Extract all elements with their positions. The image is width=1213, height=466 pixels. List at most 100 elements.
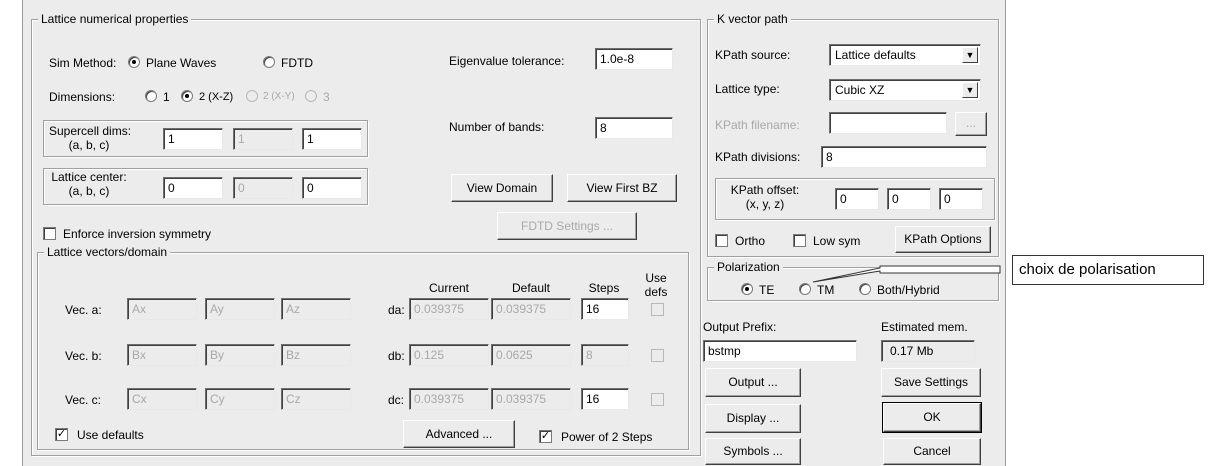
- low-sym-checkbox[interactable]: [793, 234, 806, 247]
- db-steps-input[interactable]: 8: [581, 344, 629, 366]
- display-button[interactable]: Display ...: [705, 404, 801, 433]
- col-current-header: Current: [428, 281, 469, 295]
- lattice-center-label: Lattice center:: [51, 170, 127, 184]
- vec-c-y-input[interactable]: Cy: [205, 388, 275, 410]
- dc-current-input[interactable]: 0.039375: [409, 388, 489, 410]
- radio-fdtd-label[interactable]: FDTD: [281, 56, 313, 70]
- dialog-window: Lattice numerical properties Sim Method:…: [22, 0, 1006, 466]
- kpath-source-select[interactable]: Lattice defaults ▼: [829, 44, 981, 66]
- low-sym-label[interactable]: Low sym: [813, 234, 860, 248]
- number-of-bands-label: Number of bands:: [449, 120, 545, 134]
- radio-dim-1-label[interactable]: 1: [163, 90, 170, 104]
- kpath-browse-button[interactable]: ...: [955, 112, 987, 136]
- ortho-label[interactable]: Ortho: [735, 234, 765, 248]
- radio-dim-1[interactable]: [145, 90, 157, 102]
- ok-button[interactable]: OK: [882, 402, 982, 433]
- radio-tm-label[interactable]: TM: [817, 283, 834, 297]
- radio-dim-3[interactable]: [305, 90, 317, 102]
- col-steps-header: Steps: [588, 281, 620, 295]
- number-of-bands-input[interactable]: 8: [595, 117, 673, 139]
- radio-dim-2xz-label[interactable]: 2 (X-Z): [199, 90, 233, 104]
- db-default-input[interactable]: 0.0625: [491, 344, 571, 366]
- lattice-center-c-input[interactable]: 0: [302, 177, 362, 199]
- radio-dim-2xy[interactable]: [246, 90, 258, 102]
- output-button[interactable]: Output ...: [705, 368, 801, 397]
- radio-tm[interactable]: [799, 283, 811, 295]
- radio-te-label[interactable]: TE: [759, 283, 774, 297]
- supercell-b-input[interactable]: 1: [233, 128, 293, 150]
- vec-a-use-defs-checkbox[interactable]: [651, 303, 664, 316]
- enforce-inversion-checkbox[interactable]: [43, 227, 56, 240]
- kpath-divisions-input[interactable]: 8: [821, 146, 987, 168]
- advanced-button[interactable]: Advanced ...: [403, 420, 515, 448]
- kpath-divisions-label: KPath divisions:: [715, 150, 801, 164]
- da-current-input[interactable]: 0.039375: [409, 298, 489, 320]
- eigenvalue-tolerance-input[interactable]: 1.0e-8: [595, 48, 673, 70]
- vec-a-label: Vec. a:: [65, 303, 102, 317]
- kpath-offset-label: KPath offset:: [730, 183, 800, 197]
- radio-dim-2xy-label[interactable]: 2 (X-Y): [263, 90, 295, 104]
- vec-b-z-input[interactable]: Bz: [281, 344, 351, 366]
- lattice-type-value: Cubic XZ: [835, 83, 885, 97]
- estimated-mem-label: Estimated mem.: [881, 320, 968, 334]
- vec-b-label: Vec. b:: [65, 349, 102, 363]
- kpath-offset-x-input[interactable]: 0: [835, 188, 879, 210]
- da-default-input[interactable]: 0.039375: [491, 298, 571, 320]
- radio-fdtd[interactable]: [263, 56, 275, 68]
- enforce-inversion-label[interactable]: Enforce inversion symmetry: [63, 227, 211, 241]
- output-prefix-input[interactable]: bstmp: [703, 340, 857, 362]
- vec-b-y-input[interactable]: By: [205, 344, 275, 366]
- lattice-type-label: Lattice type:: [715, 82, 780, 96]
- view-first-bz-button[interactable]: View First BZ: [567, 174, 677, 202]
- radio-both-hybrid[interactable]: [859, 283, 871, 295]
- vec-b-x-input[interactable]: Bx: [127, 344, 197, 366]
- db-label: db:: [388, 349, 405, 363]
- supercell-c-input[interactable]: 1: [302, 128, 362, 150]
- group-title-polarization: Polarization: [714, 260, 783, 274]
- save-settings-button[interactable]: Save Settings: [881, 368, 981, 397]
- dc-label: dc:: [388, 393, 405, 407]
- radio-plane-waves-label[interactable]: Plane Waves: [146, 56, 216, 70]
- radio-plane-waves[interactable]: [128, 56, 140, 68]
- kpath-filename-label: KPath filename:: [715, 118, 800, 132]
- radio-te[interactable]: [741, 283, 753, 295]
- vec-c-z-input[interactable]: Cz: [281, 388, 351, 410]
- power-of-2-label[interactable]: Power of 2 Steps: [561, 430, 652, 444]
- supercell-a-input[interactable]: 1: [163, 128, 223, 150]
- chevron-down-icon[interactable]: ▼: [962, 47, 978, 63]
- power-of-2-checkbox[interactable]: ✓: [539, 430, 552, 443]
- output-prefix-label: Output Prefix:: [703, 320, 777, 334]
- lattice-center-b-input[interactable]: 0: [233, 177, 293, 199]
- dc-steps-input[interactable]: 16: [581, 388, 629, 410]
- lattice-center-a-input[interactable]: 0: [163, 177, 223, 199]
- ortho-checkbox[interactable]: [715, 234, 728, 247]
- vec-b-use-defs-checkbox[interactable]: [651, 349, 664, 362]
- vec-c-use-defs-checkbox[interactable]: [651, 393, 664, 406]
- use-defaults-checkbox[interactable]: ✓: [55, 428, 68, 441]
- radio-both-hybrid-label[interactable]: Both/Hybrid: [877, 283, 940, 297]
- radio-dim-3-label[interactable]: 3: [323, 90, 330, 104]
- vec-c-x-input[interactable]: Cx: [127, 388, 197, 410]
- kpath-options-button[interactable]: KPath Options: [895, 226, 991, 253]
- vec-c-label: Vec. c:: [65, 393, 102, 407]
- group-title-kpath: K vector path: [714, 12, 791, 26]
- chevron-down-icon[interactable]: ▼: [962, 82, 978, 98]
- da-label: da:: [388, 303, 405, 317]
- group-title-lattice-vectors: Lattice vectors/domain: [44, 245, 171, 259]
- symbols-button[interactable]: Symbols ...: [705, 438, 801, 465]
- cancel-button[interactable]: Cancel: [883, 438, 981, 465]
- vec-a-x-input[interactable]: Ax: [127, 298, 197, 320]
- lattice-type-select[interactable]: Cubic XZ ▼: [829, 79, 981, 101]
- fdtd-settings-button[interactable]: FDTD Settings ...: [497, 212, 637, 240]
- kpath-offset-y-input[interactable]: 0: [887, 188, 931, 210]
- kpath-filename-input[interactable]: [829, 112, 947, 134]
- db-current-input[interactable]: 0.125: [409, 344, 489, 366]
- view-domain-button[interactable]: View Domain: [451, 174, 553, 202]
- kpath-offset-z-input[interactable]: 0: [939, 188, 983, 210]
- da-steps-input[interactable]: 16: [581, 298, 629, 320]
- radio-dim-2xz[interactable]: [181, 90, 193, 102]
- vec-a-y-input[interactable]: Ay: [205, 298, 275, 320]
- vec-a-z-input[interactable]: Az: [281, 298, 351, 320]
- use-defaults-label[interactable]: Use defaults: [77, 428, 144, 442]
- dc-default-input[interactable]: 0.039375: [491, 388, 571, 410]
